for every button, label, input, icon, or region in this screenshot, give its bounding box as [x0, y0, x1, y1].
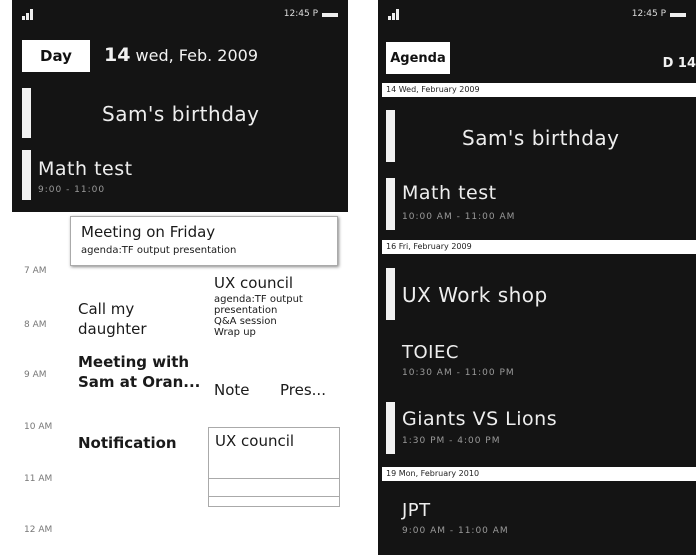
- event-giants-vs-lions[interactable]: Giants VS Lions: [402, 408, 557, 430]
- event-bar: [22, 150, 31, 200]
- event-math-test[interactable]: Math test: [38, 158, 133, 180]
- divider: [209, 478, 339, 479]
- event-meeting-with-sam[interactable]: Meeting with Sam at Oran...: [78, 353, 200, 391]
- status-time: 12:45 P: [631, 9, 666, 19]
- tab-agenda[interactable]: Agenda: [386, 42, 450, 74]
- event-ux-council[interactable]: UX council agenda:TF output presentation…: [214, 274, 342, 338]
- event-title: UX council: [215, 432, 295, 450]
- page-title: 14 wed, Feb. 2009: [104, 44, 258, 66]
- divider: [209, 496, 339, 497]
- event-bar: [386, 110, 395, 162]
- hour-label: 10 AM: [24, 422, 53, 432]
- event-pres[interactable]: Pres...: [280, 381, 326, 399]
- event-math-test-time: 10:00 AM - 11:00 AM: [402, 212, 516, 222]
- event-agenda: agenda:TF output presentation: [214, 294, 303, 316]
- event-item: Wrap up: [214, 327, 256, 338]
- date-section-header: 16 Fri, February 2009: [382, 240, 696, 254]
- event-sams-birthday[interactable]: Sam's birthday: [102, 102, 260, 126]
- event-bar: [386, 402, 395, 454]
- date-section-header: 19 Mon, February 2010: [382, 467, 696, 481]
- day-view-screen: 12:45 P Day 14 wed, Feb. 2009 Sam's birt…: [12, 0, 348, 555]
- battery-icon: [322, 13, 338, 17]
- hour-label: 7 AM: [24, 266, 47, 276]
- event-item: Q&A session: [214, 316, 277, 327]
- event-line: daughter: [78, 320, 147, 338]
- schedule-panel: 7 AM 8 AM 9 AM 10 AM 11 AM 12 AM Meeting…: [12, 212, 348, 555]
- event-line: Meeting with: [78, 353, 190, 371]
- hour-label: 9 AM: [24, 370, 47, 380]
- event-bar: [22, 88, 31, 138]
- battery-icon: [670, 13, 686, 17]
- status-bar: 12:45 P: [12, 6, 348, 24]
- corner-date: D 14: [662, 56, 696, 71]
- event-toiec-time: 10:30 AM - 11:00 PM: [402, 368, 515, 378]
- agenda-view-screen: 12:45 P Agenda D 14 14 Wed, February 200…: [378, 0, 696, 555]
- event-ux-council-box[interactable]: UX council: [208, 427, 340, 507]
- event-math-test[interactable]: Math test: [402, 182, 497, 204]
- event-giants-time: 1:30 PM - 4:00 PM: [402, 436, 501, 446]
- event-line: Call my: [78, 300, 135, 318]
- signal-icon: [388, 8, 402, 20]
- event-jpt[interactable]: JPT: [402, 500, 431, 521]
- date-text: wed, Feb. 2009: [135, 46, 259, 65]
- event-bar: [386, 178, 395, 230]
- hour-label: 12 AM: [24, 525, 53, 535]
- event-title: Meeting on Friday: [81, 223, 216, 241]
- event-line: Sam at Oran...: [78, 373, 201, 391]
- signal-icon: [22, 8, 36, 20]
- status-bar: 12:45 P: [378, 6, 696, 24]
- event-agenda: agenda:TF output presentation: [81, 245, 237, 256]
- event-toiec[interactable]: TOIEC: [402, 342, 459, 363]
- event-call-daughter[interactable]: Call my daughter: [78, 300, 147, 338]
- status-time: 12:45 P: [283, 9, 318, 19]
- event-notification[interactable]: Notification: [78, 434, 177, 452]
- event-meeting-on-friday[interactable]: Meeting on Friday agenda:TF output prese…: [70, 216, 338, 266]
- event-note[interactable]: Note: [214, 381, 250, 399]
- tab-day[interactable]: Day: [22, 40, 90, 72]
- event-bar: [386, 268, 395, 320]
- event-math-test-time: 9:00 - 11:00: [38, 185, 106, 195]
- event-title: UX council: [214, 274, 294, 292]
- event-ux-workshop[interactable]: UX Work shop: [402, 283, 548, 307]
- event-jpt-time: 9:00 AM - 11:00 AM: [402, 526, 509, 536]
- hour-label: 8 AM: [24, 320, 47, 330]
- hour-label: 11 AM: [24, 474, 53, 484]
- date-section-header: 14 Wed, February 2009: [382, 83, 696, 97]
- event-sams-birthday[interactable]: Sam's birthday: [462, 126, 620, 150]
- date-number: 14: [104, 44, 131, 66]
